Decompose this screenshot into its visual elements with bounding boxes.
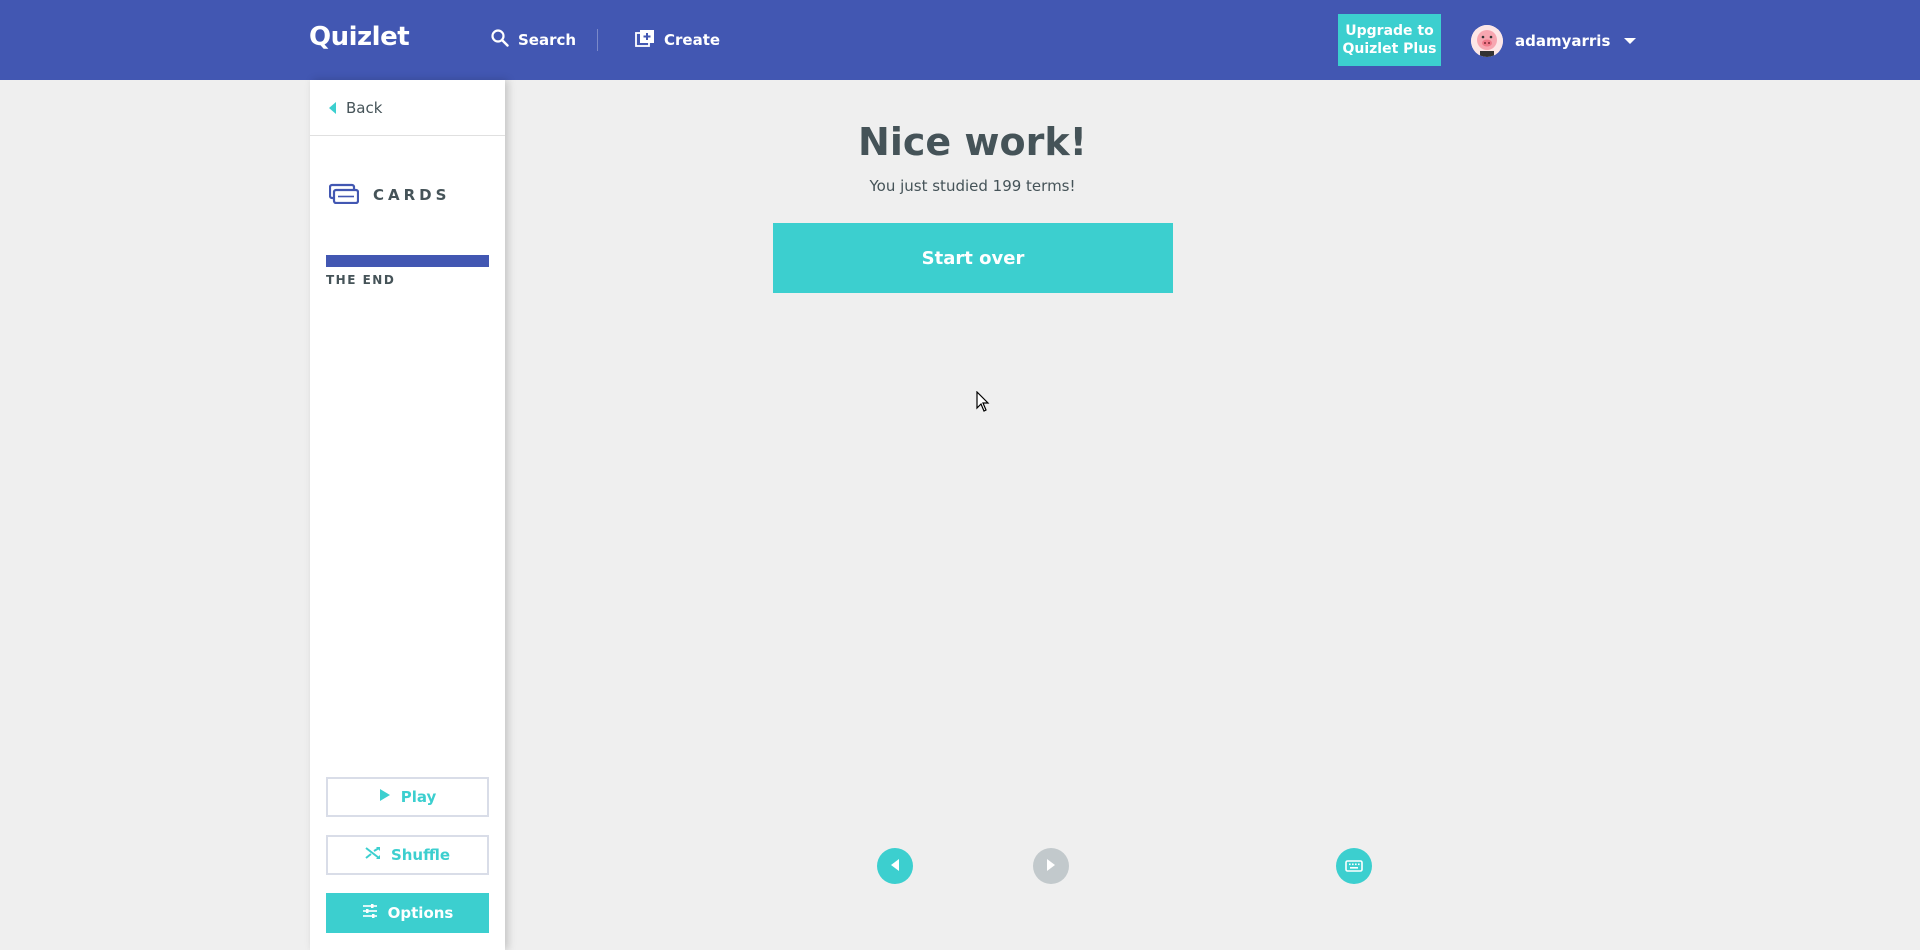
play-icon [379,788,391,806]
quizlet-logo[interactable]: Quizlet [309,22,410,52]
mode-label: CARDS [373,186,451,204]
create-label: Create [664,31,721,49]
options-button[interactable]: Options [326,893,489,933]
chevron-left-icon [329,101,336,114]
avatar [1471,25,1503,57]
study-sidebar: Back CARDS THE END Play Shuffle Options [310,80,505,950]
arrow-left-icon [889,857,901,876]
play-button[interactable]: Play [326,777,489,817]
mouse-cursor [976,390,990,417]
keyboard-shortcuts-button[interactable] [1336,848,1372,884]
start-over-button[interactable]: Start over [773,223,1173,293]
create-icon [635,29,655,51]
keyboard-icon [1345,857,1363,876]
progress-bar-fill [326,255,489,267]
back-label: Back [346,98,383,117]
shuffle-label: Shuffle [390,846,451,864]
create-link[interactable]: Create [635,27,720,53]
search-icon [491,29,509,51]
previous-card-button[interactable] [877,848,913,884]
progress-label: THE END [326,273,396,287]
shuffle-button[interactable]: Shuffle [326,835,489,875]
play-label: Play [400,788,437,806]
next-card-button[interactable] [1033,848,1069,884]
user-menu[interactable]: adamyarris [1471,24,1637,58]
shuffle-icon [365,846,381,864]
search-label: Search [518,31,577,49]
top-navigation-bar: Quizlet Search Create Upgrade to Quizlet… [0,0,1920,80]
username: adamyarris [1515,32,1611,50]
study-mode-title: CARDS [328,182,451,208]
back-button[interactable]: Back [310,80,505,136]
progress-bar [326,255,489,267]
chevron-down-icon [1624,38,1637,44]
nav-divider [597,29,598,51]
page-title: Nice work! [858,120,1087,164]
arrow-right-icon [1045,857,1057,876]
cards-icon [328,182,360,208]
options-label: Options [387,904,454,922]
upgrade-button[interactable]: Upgrade to Quizlet Plus [1338,14,1441,66]
study-summary: You just studied 199 terms! [869,177,1076,195]
options-sliders-icon [362,904,378,922]
search-link[interactable]: Search [491,27,576,53]
